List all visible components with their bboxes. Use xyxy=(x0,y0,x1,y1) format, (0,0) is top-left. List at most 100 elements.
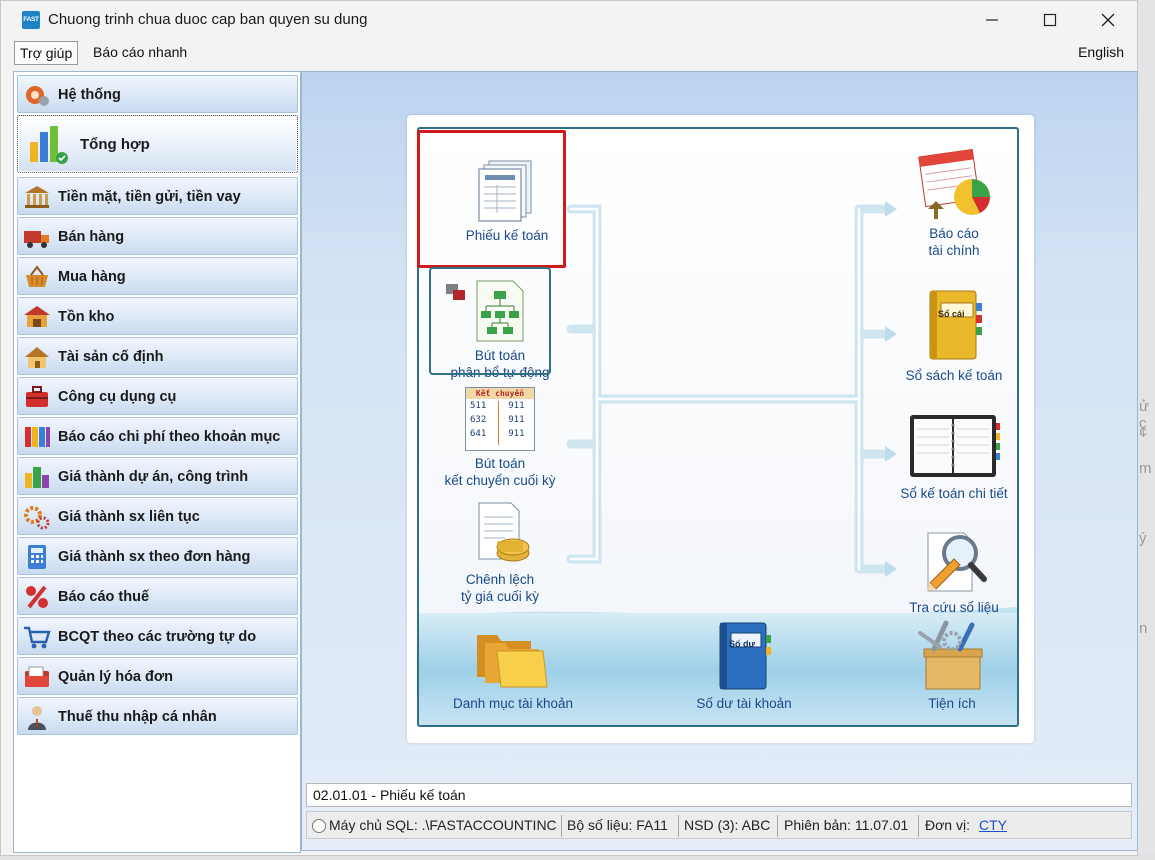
ket-chuyen-card: Kết chuyển 511 911 632 911 641 911 xyxy=(465,387,535,451)
shortcut-so-du-tai-khoan[interactable]: Số dư Số dư tài khoản xyxy=(674,621,814,712)
percent-icon xyxy=(26,585,48,609)
person-icon xyxy=(28,706,46,730)
node-label: Bút toán xyxy=(474,456,526,471)
status-divider xyxy=(777,815,778,837)
node-chenh-lech-ty-gia[interactable]: Chênh lệch tỷ giá cuối kỳ xyxy=(427,501,573,605)
node-tra-cuu-so-lieu[interactable]: Tra cứu số liệu xyxy=(874,527,1017,616)
sidebar-item-label: Hệ thống xyxy=(58,87,121,103)
node-label: tài chính xyxy=(928,243,980,258)
sidebar-item-label: Quản lý hóa đơn xyxy=(58,669,174,685)
truck-icon xyxy=(24,231,49,248)
sidebar-item-label: Tồn kho xyxy=(58,309,115,325)
card-cell: 911 xyxy=(508,415,525,425)
node-label: Chênh lệch xyxy=(465,572,535,587)
sidebar-item-label: Giá thành sx theo đơn hàng xyxy=(58,549,251,565)
language-toggle[interactable]: English xyxy=(1073,41,1129,65)
card-cell: 641 xyxy=(470,429,487,439)
sidebar-item-cong-cu[interactable]: Công cụ dụng cụ xyxy=(17,377,298,415)
node-label: Tra cứu số liệu xyxy=(909,600,999,615)
sidebar-item-ton-kho[interactable]: Tồn kho xyxy=(17,297,298,335)
node-label: Tiện ích xyxy=(928,696,976,711)
status-unit-link[interactable]: CTY xyxy=(979,817,1007,833)
bank-icon xyxy=(25,186,49,208)
sidebar-item-label: Tài sản cố định xyxy=(58,349,164,365)
maximize-icon xyxy=(1043,13,1057,27)
sidebar-item-gia-thanh-lien-tuc[interactable]: Giá thành sx liên tục xyxy=(17,497,298,535)
gear-icon xyxy=(26,86,49,106)
module-sidebar: Hệ thống Tổng hợp Tiền mặt, tiền gửi, ti… xyxy=(13,71,301,853)
book-cover-label: Số dư xyxy=(729,639,756,649)
sidebar-item-label: Tiền mặt, tiền gửi, tiền vay xyxy=(58,189,241,205)
sidebar-item-label: Tổng hợp xyxy=(80,136,150,153)
fast-app-icon: FAST xyxy=(22,11,40,29)
sidebar-item-tong-hop[interactable]: Tổng hợp xyxy=(17,115,298,173)
close-icon xyxy=(1101,13,1115,27)
card-cell: 911 xyxy=(508,429,525,439)
card-title: Kết chuyển xyxy=(466,388,534,399)
sidebar-item-bao-cao-chi-phi[interactable]: Báo cáo chi phí theo khoản mục xyxy=(17,417,298,455)
buildings-icon xyxy=(25,467,49,488)
node-label: Báo cáo xyxy=(929,226,979,241)
folders-icon xyxy=(477,635,548,688)
sidebar-item-thue-tncn[interactable]: Thuế thu nhập cá nhân xyxy=(17,697,298,735)
book-cover-label: Sổ cái xyxy=(938,309,965,319)
sidebar-item-label: Mua hàng xyxy=(58,269,126,285)
basket-icon xyxy=(26,265,48,287)
node-label: Sổ sách kế toán xyxy=(905,368,1003,383)
node-label: Số dư tài khoản xyxy=(696,696,792,711)
open-notebook-icon xyxy=(910,415,1000,477)
warehouse-icon xyxy=(24,306,50,327)
shortcut-danh-muc-tai-khoan[interactable]: Danh mục tài khoản xyxy=(443,621,583,712)
selected-highlight-box xyxy=(417,130,566,268)
status-dataset: Bộ số liệu: FA11 xyxy=(567,817,668,833)
sidebar-item-label: Bán hàng xyxy=(58,229,125,245)
sidebar-item-mua-hang[interactable]: Mua hàng xyxy=(17,257,298,295)
card-cell: 511 xyxy=(470,401,487,411)
node-label: kết chuyển cuối kỳ xyxy=(444,473,556,488)
maximize-button[interactable] xyxy=(1021,1,1079,39)
node-label: Danh mục tài khoản xyxy=(452,696,574,711)
current-function-field: 02.01.01 - Phiếu kế toán xyxy=(306,783,1132,807)
house-icon xyxy=(25,347,49,368)
financial-report-icon xyxy=(918,149,990,219)
node-so-ke-toan-chi-tiet[interactable]: Sổ kế toán chi tiết xyxy=(874,411,1017,502)
node-but-toan-ket-chuyen[interactable]: Kết chuyển 511 911 632 911 641 911 Bút toán… xyxy=(427,387,573,489)
main-window: FAST Chuong trinh chua duoc cap ban quye… xyxy=(0,0,1138,856)
window-title: Chuong trinh chua duoc cap ban quyen su … xyxy=(48,11,368,28)
close-button[interactable] xyxy=(1079,1,1137,39)
title-bar[interactable]: FAST Chuong trinh chua duoc cap ban quye… xyxy=(1,1,1137,39)
node-so-sach-ke-toan[interactable]: Sổ cái Sổ sách kế toán xyxy=(889,289,1017,384)
sidebar-item-bao-cao-thue[interactable]: Báo cáo thuế xyxy=(17,577,298,615)
toolbox-icon xyxy=(26,386,48,407)
sidebar-item-he-thong[interactable]: Hệ thống xyxy=(17,75,298,113)
balance-book-icon xyxy=(719,622,771,690)
sidebar-item-label: Báo cáo chi phí theo khoản mục xyxy=(58,429,281,445)
sidebar-item-bcqt[interactable]: BCQT theo các trường tự do xyxy=(17,617,298,655)
status-version: Phiên bản: 11.07.01 xyxy=(784,817,909,833)
card-divider xyxy=(498,401,499,445)
sidebar-item-tai-san[interactable]: Tài sản cố định xyxy=(17,337,298,375)
sidebar-item-ban-hang[interactable]: Bán hàng xyxy=(17,217,298,255)
menu-quick-report[interactable]: Báo cáo nhanh xyxy=(88,41,192,65)
sidebar-item-tien-mat[interactable]: Tiền mặt, tiền gửi, tiền vay xyxy=(17,177,298,215)
sidebar-item-gia-thanh-don-hang[interactable]: Giá thành sx theo đơn hàng xyxy=(17,537,298,575)
card-cell: 911 xyxy=(508,401,525,411)
connection-radio[interactable] xyxy=(312,819,326,833)
node-bao-cao-tai-chinh[interactable]: Báo cáo tài chính xyxy=(889,149,1017,259)
sidebar-item-label: Giá thành sx liên tục xyxy=(58,509,200,525)
menu-help[interactable]: Trợ giúp xyxy=(14,41,79,65)
status-divider xyxy=(678,815,679,837)
minimize-icon xyxy=(986,19,998,21)
status-divider xyxy=(918,815,919,837)
calculator-icon xyxy=(28,545,46,569)
sidebar-item-gia-thanh-du-an[interactable]: Giá thành dự án, công trình xyxy=(17,457,298,495)
flow-diagram-panel: Phiếu kế toán Bút toán phân bổ tự động K… xyxy=(407,115,1034,743)
minimize-button[interactable] xyxy=(963,1,1021,39)
sidebar-item-label: BCQT theo các trường tự do xyxy=(58,629,257,645)
card-cell: 632 xyxy=(470,415,487,425)
sidebar-item-label: Thuế thu nhập cá nhân xyxy=(58,709,217,725)
status-divider xyxy=(561,815,562,837)
shortcut-tien-ich[interactable]: Tiện ích xyxy=(887,619,1017,712)
sidebar-item-quan-ly-hoa-don[interactable]: Quản lý hóa đơn xyxy=(17,657,298,695)
sidebar-item-label: Giá thành dự án, công trình xyxy=(58,469,249,485)
